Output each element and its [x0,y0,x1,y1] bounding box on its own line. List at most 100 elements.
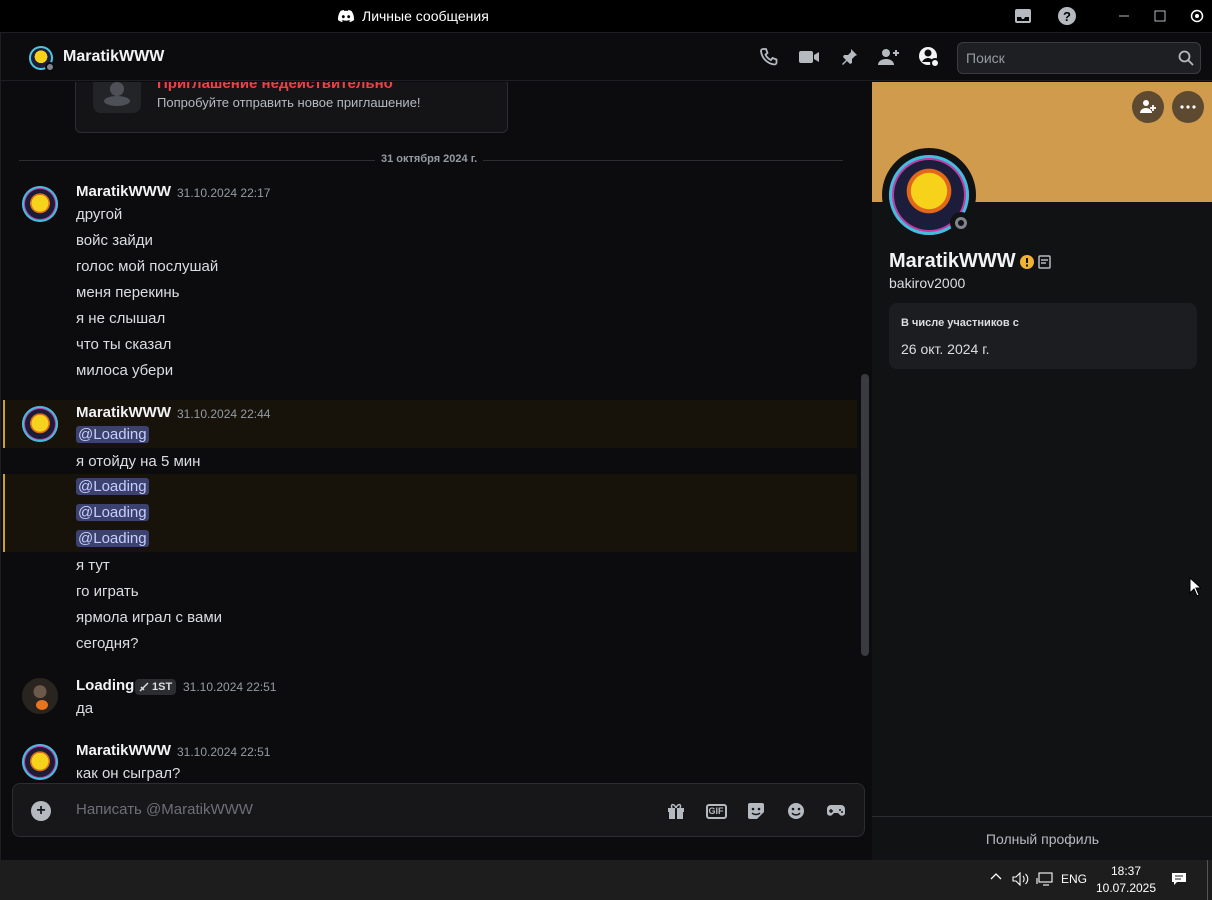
search-input[interactable] [966,50,1166,66]
app-frame: MaratikWWW Приглашение недейс [0,32,1212,861]
invite-embed: Приглашение недействительно Попробуйте о… [75,82,508,133]
close-icon[interactable] [1187,6,1207,26]
role-badge[interactable]: 1ST [135,679,177,695]
offline-status-icon [950,212,972,234]
user-mention[interactable]: @Loading [76,426,149,443]
window-title: Личные сообщения [338,8,489,24]
message-text: сегодня? [76,635,139,652]
sword-icon [139,682,149,692]
invite-subtitle: Попробуйте отправить новое приглашение! [157,95,421,110]
invite-title: Приглашение недействительно [157,82,393,92]
network-icon[interactable] [1036,872,1054,886]
user-profile-toggle-icon[interactable] [917,45,941,69]
gift-icon[interactable] [664,799,688,823]
add-friend-icon[interactable] [1132,91,1164,123]
user-profile-panel: MaratikWWW bakirov2000 В числе участнико… [872,82,1212,861]
message-text: милоса убери [76,362,174,379]
chat-scrollbar[interactable] [861,374,869,656]
volume-icon[interactable] [1012,872,1030,886]
profile-avatar[interactable] [882,148,976,242]
status-dot [45,62,55,72]
upload-plus-icon[interactable]: + [31,801,51,821]
gif-icon[interactable]: GIF [704,799,728,823]
message-text: я тут [76,557,110,574]
show-desktop-divider[interactable] [1207,860,1208,900]
profile-display-name: MaratikWWW [889,250,1016,272]
note-icon[interactable] [1037,254,1053,270]
avatar[interactable] [22,678,58,714]
minimize-icon[interactable] [1114,6,1134,26]
svg-text:?: ? [1063,9,1071,24]
inbox-icon[interactable] [1013,6,1033,26]
message-author[interactable]: Loading [76,677,134,694]
clock-date: 10.07.2025 [1095,881,1157,895]
sticker-icon[interactable] [744,799,768,823]
message-timestamp: 31.10.2024 22:44 [177,407,271,421]
message-text: я отойду на 5 мин [76,453,201,470]
user-mention[interactable]: @Loading [76,530,149,547]
message-text: @Loading [76,478,149,495]
avatar[interactable] [22,744,58,780]
avatar[interactable] [22,186,58,222]
message-text: го играть [76,583,139,600]
message-text: да [76,700,94,717]
taskbar-clock[interactable]: 18:37 10.07.2025 [1094,863,1158,897]
mouse-cursor-icon [1189,576,1203,602]
message-input[interactable] [76,801,636,818]
date-divider: 31 октября 2024 г. [375,153,484,165]
search-icon [1178,50,1194,71]
message-timestamp: 31.10.2024 22:51 [183,680,277,694]
member-since-card: В числе участников с 26 окт. 2024 г. [889,303,1197,369]
pin-icon[interactable] [837,45,861,69]
emoji-icon[interactable] [784,799,808,823]
window-title-text: Личные сообщения [362,8,489,24]
windows-taskbar: ENG 18:37 10.07.2025 [0,860,1212,900]
message-text: @Loading [76,426,149,443]
member-since-label: В числе участников с [901,317,1019,329]
message-composer: + GIF [12,783,865,837]
message-text: ярмола играл с вами [76,609,223,626]
member-since-date: 26 окт. 2024 г. [901,341,990,357]
message-text: @Loading [76,504,149,521]
message-text: @Loading [76,530,149,547]
warning-badge-icon[interactable] [1019,254,1035,270]
maximize-icon[interactable] [1150,6,1170,26]
activities-gamepad-icon[interactable] [824,799,848,823]
message-text: другой [76,206,123,223]
message-author[interactable]: MaratikWWW [76,742,171,759]
message-text: голос мой послушай [76,258,219,275]
message-text: я не слышал [76,310,166,327]
avatar[interactable] [22,406,58,442]
role-badge-label: 1ST [152,681,173,693]
invalid-invite-icon [93,82,141,113]
language-indicator[interactable]: ENG [1058,872,1090,886]
voice-call-icon[interactable] [757,45,781,69]
message-list[interactable]: Приглашение недействительно Попробуйте о… [1,82,872,861]
message-text: войс зайди [76,232,153,249]
message-author[interactable]: MaratikWWW [76,404,171,421]
help-icon[interactable]: ? [1057,6,1077,26]
message-author[interactable]: MaratikWWW [76,183,171,200]
message-text: как он сыграл? [76,765,181,782]
clock-time: 18:37 [1110,864,1142,878]
user-mention[interactable]: @Loading [76,478,149,495]
message-text: что ты сказал [76,336,172,353]
user-mention[interactable]: @Loading [76,504,149,521]
more-options-icon[interactable] [1172,91,1204,123]
search-box[interactable] [957,42,1201,74]
full-profile-button[interactable]: Полный профиль [872,816,1212,861]
title-bar: Личные сообщения ? [0,0,1212,32]
message-text: меня перекинь [76,284,180,301]
video-call-icon[interactable] [797,45,821,69]
notifications-icon[interactable] [1170,872,1188,886]
message-timestamp: 31.10.2024 22:51 [177,745,271,759]
header-avatar[interactable] [29,46,55,72]
profile-username: bakirov2000 [889,275,966,291]
header-username[interactable]: MaratikWWW [63,48,164,66]
gif-label: GIF [705,803,727,819]
discord-logo-icon [338,10,354,22]
chevron-up-icon[interactable] [988,872,1004,880]
add-friends-to-dm-icon[interactable] [877,45,901,69]
message-timestamp: 31.10.2024 22:17 [177,186,271,200]
dm-header: MaratikWWW [1,33,1212,81]
